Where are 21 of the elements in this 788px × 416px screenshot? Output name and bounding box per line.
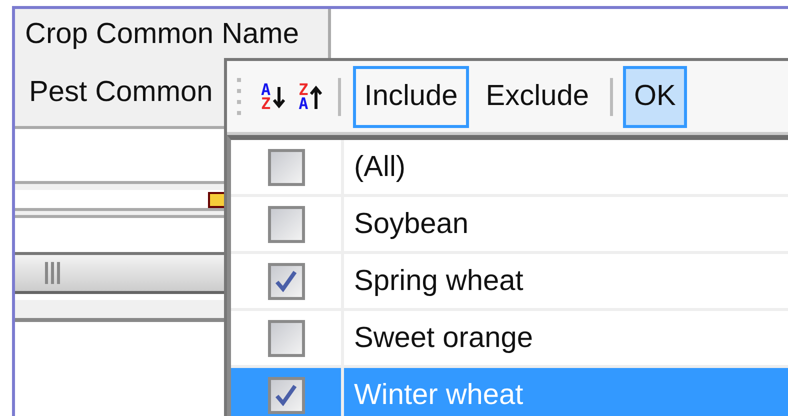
- arrow-icon: [272, 84, 285, 108]
- filter-list-item[interactable]: Spring wheat: [344, 254, 788, 308]
- filter-button[interactable]: OK: [622, 66, 687, 128]
- filter-button[interactable]: Exclude: [474, 66, 600, 128]
- filter-button[interactable]: Include: [353, 66, 469, 128]
- checkmark-icon: [274, 384, 298, 406]
- checkbox[interactable]: [268, 206, 304, 242]
- sort-ascending-button[interactable]: A Z: [257, 82, 289, 110]
- row-label: Pest Common: [29, 76, 213, 109]
- checkbox[interactable]: [268, 376, 304, 414]
- checkbox[interactable]: [268, 262, 304, 300]
- arrow-icon: [310, 84, 322, 108]
- checkbox[interactable]: [268, 320, 304, 356]
- sort-descending-button[interactable]: Z A: [294, 82, 326, 110]
- checkbox[interactable]: [268, 148, 304, 186]
- checkmark-icon: [274, 270, 298, 292]
- filter-list-item[interactable]: Soybean: [344, 197, 788, 251]
- filter-list-item[interactable]: (All): [344, 140, 788, 194]
- column-header[interactable]: Crop Common Name: [15, 9, 331, 59]
- horizontal-scrollbar[interactable]: [15, 252, 226, 294]
- filter-list-item[interactable]: Sweet orange: [344, 311, 788, 365]
